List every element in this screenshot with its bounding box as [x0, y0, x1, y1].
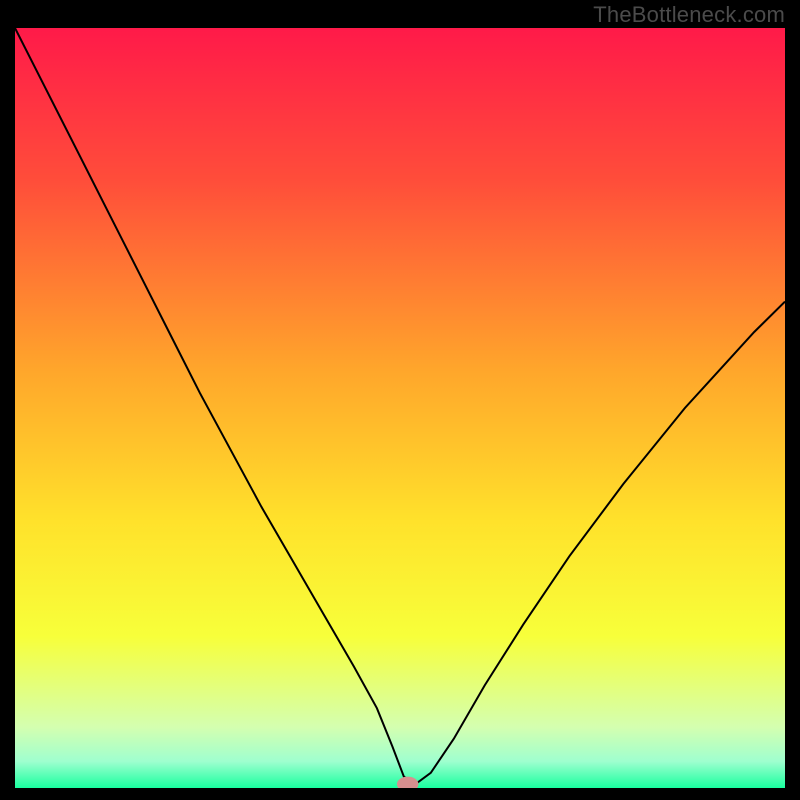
chart-background	[15, 28, 785, 788]
watermark-text: TheBottleneck.com	[593, 2, 785, 28]
bottleneck-chart	[15, 28, 785, 788]
chart-frame	[15, 28, 785, 788]
